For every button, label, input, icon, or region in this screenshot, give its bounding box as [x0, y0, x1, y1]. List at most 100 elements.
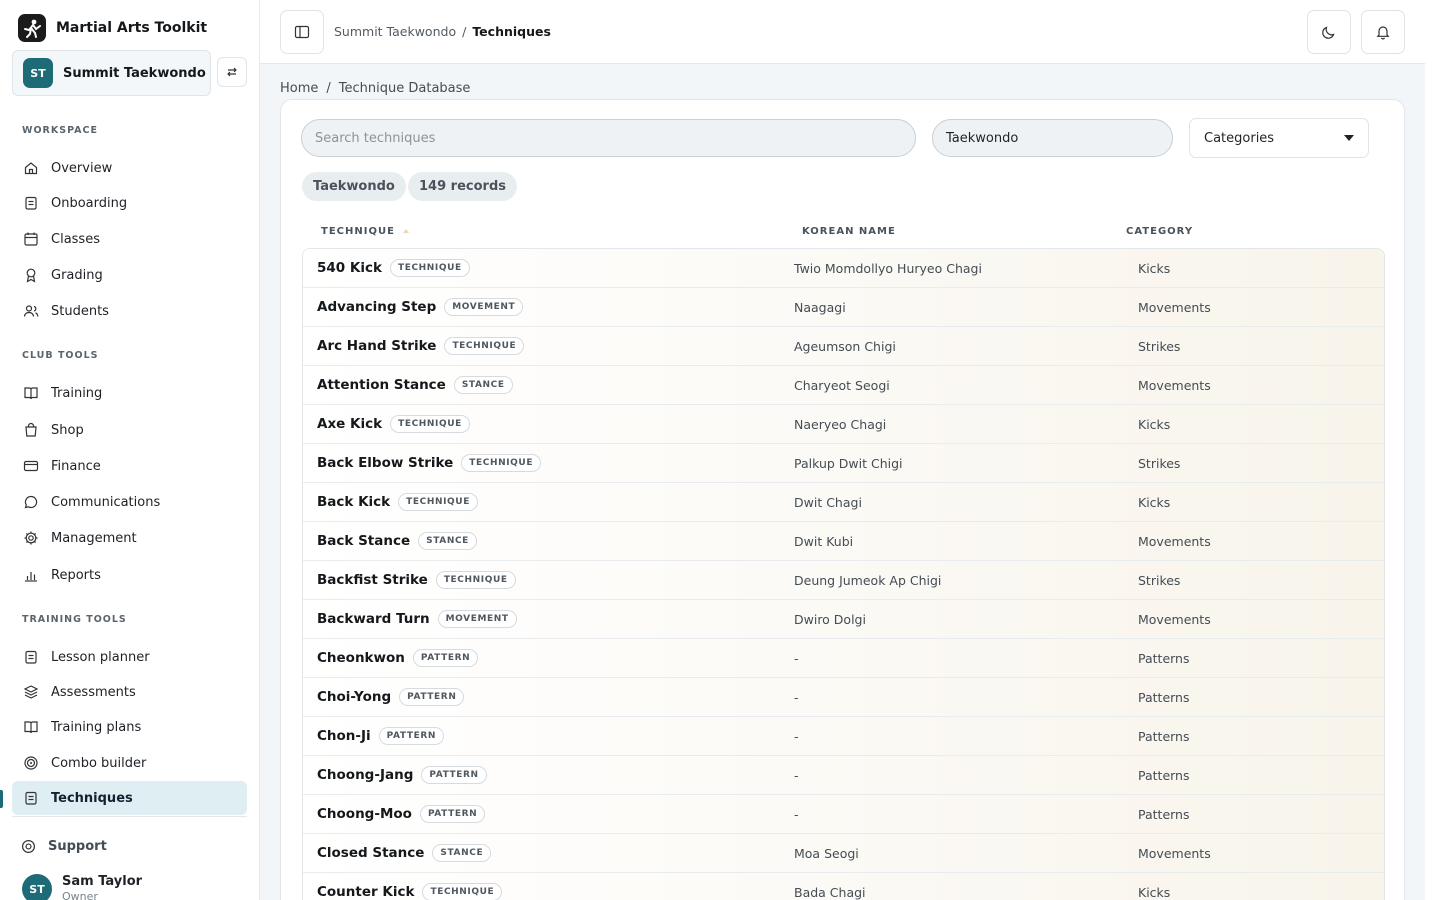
- technique-type-badge: TECHNIQUE: [444, 337, 525, 355]
- table-row[interactable]: Counter Kick TECHNIQUE Bada Chagi Kicks: [303, 873, 1384, 900]
- table-row[interactable]: Backward Turn MOVEMENT Dwiro Dolgi Movement…: [303, 600, 1384, 639]
- category-cell: Movements: [1138, 611, 1211, 627]
- sidebar-item-techniques[interactable]: Techniques: [12, 781, 247, 815]
- app-name: Martial Arts Toolkit: [56, 20, 208, 36]
- table-row[interactable]: Back Stance STANCE Dwit Kubi Movements: [303, 522, 1384, 561]
- sidebar-item-training-plans[interactable]: Training plans: [12, 710, 247, 744]
- style-filter-input[interactable]: [932, 119, 1173, 157]
- style-chip: Taekwondo: [302, 172, 406, 201]
- bell-icon: [1376, 26, 1390, 40]
- top-breadcrumb-separator: /: [462, 24, 467, 39]
- technique-name: Closed Stance: [317, 845, 425, 861]
- sidebar-item-overview[interactable]: Overview: [12, 151, 247, 185]
- table-row[interactable]: Advancing Step MOVEMENT Naagagi Movements: [303, 288, 1384, 327]
- sidebar-item-label: Finance: [51, 458, 101, 474]
- category-cell: Patterns: [1138, 689, 1190, 705]
- column-header-category[interactable]: CATEGORY: [1126, 226, 1193, 237]
- technique-name: Backward Turn: [317, 611, 430, 627]
- korean-name-cell: Moa Seogi: [794, 845, 859, 861]
- breadcrumb-home[interactable]: Home: [280, 81, 318, 96]
- column-header-korean-name[interactable]: KOREAN NAME: [802, 226, 896, 237]
- top-breadcrumb-club[interactable]: Summit Taekwondo: [334, 24, 456, 39]
- sidebar-item-grading[interactable]: Grading: [12, 258, 247, 292]
- technique-cell: Backward Turn MOVEMENT: [317, 600, 517, 638]
- technique-name: Cheonkwon: [317, 650, 405, 666]
- sidebar-item-training[interactable]: Training: [12, 376, 247, 410]
- search-input[interactable]: [301, 119, 916, 157]
- category-cell: Kicks: [1138, 884, 1171, 900]
- korean-name-cell: Dwiro Dolgi: [794, 611, 866, 627]
- target-icon: [24, 756, 38, 770]
- korean-name-cell: -: [794, 650, 799, 666]
- club-selector[interactable]: ST Summit Taekwondo: [12, 50, 211, 96]
- table-row[interactable]: 540 Kick TECHNIQUE Twio Momdollyo Huryeo C…: [303, 249, 1384, 288]
- breadcrumb-current: Technique Database: [338, 81, 471, 96]
- sidebar-item-communications[interactable]: Communications: [12, 485, 247, 519]
- technique-cell: Choong-Jang PATTERN: [317, 756, 487, 794]
- sidebar-item-combo-builder[interactable]: Combo builder: [12, 746, 247, 780]
- column-header-label: TECHNIQUE: [321, 226, 395, 237]
- users-icon: [23, 305, 39, 317]
- technique-name: Choong-Moo: [317, 806, 412, 822]
- sidebar-item-reports[interactable]: Reports: [12, 558, 247, 592]
- table-row[interactable]: Chon-Ji PATTERN - Patterns: [303, 717, 1384, 756]
- scrollbar-track[interactable]: [1425, 0, 1440, 900]
- sidebar-item-support[interactable]: Support: [10, 829, 245, 863]
- technique-cell: Counter Kick TECHNIQUE: [317, 873, 503, 900]
- sidebar-item-classes[interactable]: Classes: [12, 222, 247, 256]
- table-row[interactable]: Axe Kick TECHNIQUE Naeryeo Chagi Kicks: [303, 405, 1384, 444]
- sidebar-item-students[interactable]: Students: [12, 294, 247, 328]
- technique-type-badge: MOVEMENT: [437, 610, 517, 628]
- toggle-sidebar-button[interactable]: [280, 10, 324, 54]
- sidebar-item-label: Classes: [51, 231, 100, 247]
- technique-cell: Backfist Strike TECHNIQUE: [317, 561, 516, 599]
- table-row[interactable]: Back Elbow Strike TECHNIQUE Palkup Dwit Ch…: [303, 444, 1384, 483]
- user-profile[interactable]: ST Sam Taylor Owner: [22, 874, 142, 900]
- column-header-technique[interactable]: TECHNIQUE: [321, 226, 409, 237]
- notifications-button[interactable]: [1361, 10, 1405, 54]
- sidebar-item-label: Students: [51, 303, 109, 319]
- technique-cell: Choong-Moo PATTERN: [317, 795, 486, 833]
- sidebar-item-label: Lesson planner: [51, 649, 150, 665]
- technique-database-panel: Categories Taekwondo 149 records TECHNIQ…: [280, 99, 1405, 900]
- gear-icon: [24, 531, 38, 545]
- clipboard-icon: [25, 791, 37, 805]
- table-row[interactable]: Choong-Jang PATTERN - Patterns: [303, 756, 1384, 795]
- sidebar-item-label: Assessments: [51, 684, 136, 700]
- technique-type-badge: TECHNIQUE: [422, 883, 503, 900]
- club-avatar: ST: [23, 58, 53, 88]
- table-row[interactable]: Back Kick TECHNIQUE Dwit Chagi Kicks: [303, 483, 1384, 522]
- technique-cell: Axe Kick TECHNIQUE: [317, 405, 470, 443]
- category-select[interactable]: Categories: [1189, 118, 1369, 158]
- technique-name: Attention Stance: [317, 377, 446, 393]
- sidebar-item-label: Reports: [51, 567, 101, 583]
- technique-cell: Attention Stance STANCE: [317, 366, 513, 404]
- table-row[interactable]: Choi-Yong PATTERN - Patterns: [303, 678, 1384, 717]
- table-row[interactable]: Choong-Moo PATTERN - Patterns: [303, 795, 1384, 834]
- category-cell: Movements: [1138, 377, 1211, 393]
- sidebar-item-management[interactable]: Management: [12, 521, 247, 555]
- moon-icon: [1322, 26, 1335, 39]
- table-row[interactable]: Cheonkwon PATTERN - Patterns: [303, 639, 1384, 678]
- category-cell: Kicks: [1138, 494, 1171, 510]
- sidebar-item-finance[interactable]: Finance: [12, 449, 247, 483]
- sidebar-item-label: Techniques: [51, 790, 133, 806]
- table-row[interactable]: Arc Hand Strike TECHNIQUE Ageumson Chigi St…: [303, 327, 1384, 366]
- sidebar-item-lesson-planner[interactable]: Lesson planner: [12, 640, 247, 674]
- swap-icon: [227, 67, 237, 77]
- switch-club-button[interactable]: [217, 57, 247, 87]
- korean-name-cell: -: [794, 689, 799, 705]
- table-row[interactable]: Backfist Strike TECHNIQUE Deung Jumeok Ap …: [303, 561, 1384, 600]
- table-row[interactable]: Closed Stance STANCE Moa Seogi Movements: [303, 834, 1384, 873]
- sidebar-item-onboarding[interactable]: Onboarding: [12, 186, 247, 220]
- sidebar-item-assessments[interactable]: Assessments: [12, 675, 247, 709]
- sidebar-item-shop[interactable]: Shop: [12, 413, 247, 447]
- caret-down-icon: [1344, 135, 1354, 141]
- app-brand[interactable]: Martial Arts Toolkit: [18, 14, 207, 42]
- table-row[interactable]: Attention Stance STANCE Charyeot Seogi Move…: [303, 366, 1384, 405]
- technique-name: 540 Kick: [317, 260, 382, 276]
- technique-name: Back Kick: [317, 494, 391, 510]
- technique-name: Advancing Step: [317, 299, 437, 315]
- theme-toggle-button[interactable]: [1307, 10, 1351, 54]
- category-cell: Strikes: [1138, 455, 1181, 471]
